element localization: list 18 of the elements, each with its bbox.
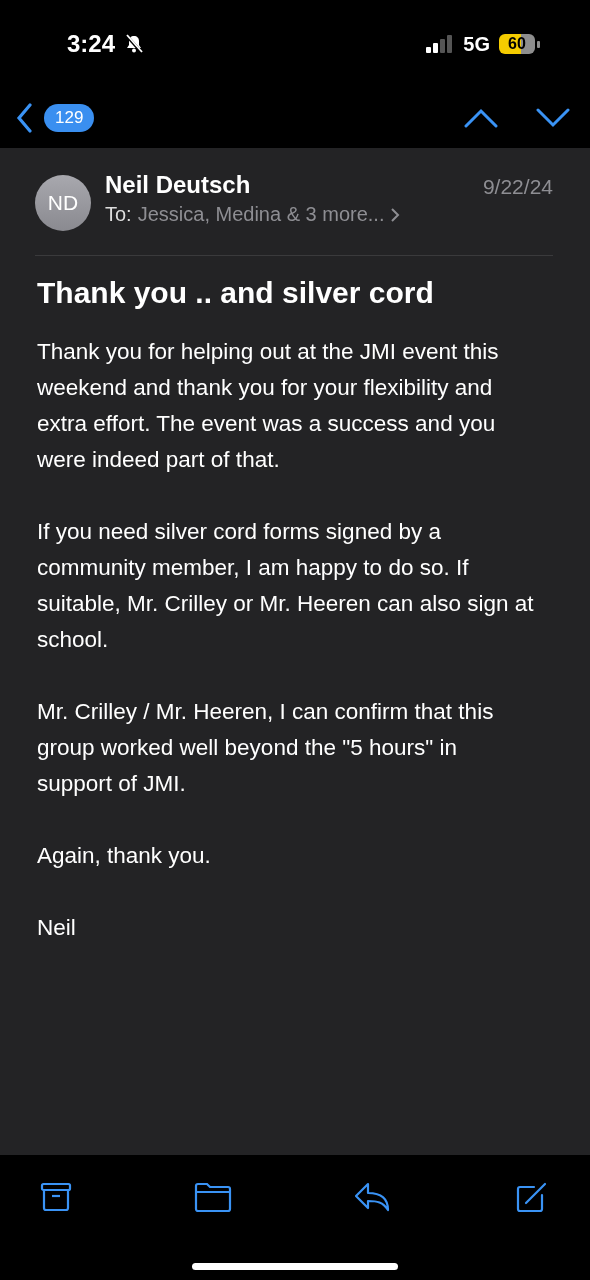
body-paragraph: Neil [37, 914, 77, 942]
message-date: 9/22/24 [482, 175, 553, 199]
to-label: To: [105, 203, 132, 226]
network-label: 5G [463, 32, 490, 56]
body-paragraph: Again, thank you. [37, 842, 212, 870]
signal-icon [426, 35, 455, 53]
sender-name[interactable]: Neil Deutsch [105, 171, 483, 199]
body-paragraph: Thank you for helping out at the JMI event this weekend and thank you for your flexibility and extra effort. The event was a success and you were indeed part of that. [37, 338, 500, 474]
battery-tip-icon [537, 40, 540, 48]
clock-time: 3:24 [67, 30, 116, 58]
body-paragraph: Mr. Crilley / Mr. Heeren, I can confirm that this group worked well beyond the "5 hours" in support of JMI. [37, 698, 495, 798]
sender-avatar: ND [35, 175, 91, 231]
bell-slash-icon [124, 34, 145, 54]
chevron-right-icon[interactable] [390, 206, 401, 223]
unread-count-badge[interactable]: 129 [44, 104, 95, 132]
recipients-text[interactable]: Jessica, Medina & 3 more... [137, 203, 385, 226]
message-subject: Thank you .. and silver cord [37, 276, 435, 310]
body-paragraph: If you need silver cord forms signed by a community member, I am happy to do so. If suitable, Mr. Crilley or Mr. Heeren can also sign at school. [37, 518, 535, 654]
